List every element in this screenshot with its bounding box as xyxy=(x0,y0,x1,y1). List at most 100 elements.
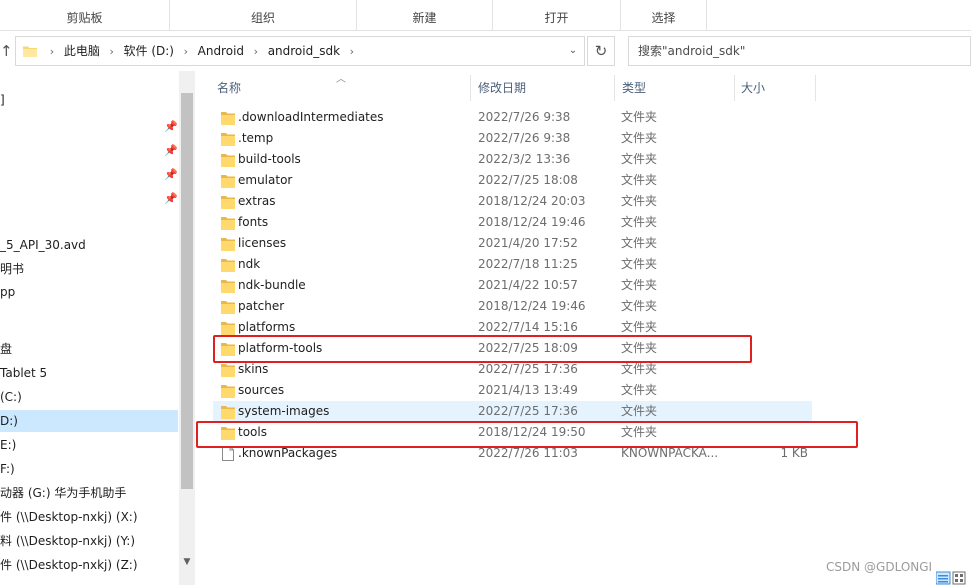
address-bar[interactable]: › 此电脑 › 软件 (D:) › Android › android_sdk … xyxy=(15,36,585,66)
file-row[interactable]: platforms 2022/7/14 15:16 文件夹 xyxy=(213,317,812,338)
breadcrumb-this-pc[interactable]: 此电脑 xyxy=(64,37,100,65)
file-type: 文件夹 xyxy=(621,131,658,145)
scroll-down-icon[interactable]: ▼ xyxy=(179,555,195,569)
file-name: ndk-bundle xyxy=(238,278,306,292)
watermark: CSDN @GDLONGI xyxy=(826,560,933,574)
file-row[interactable]: patcher 2018/12/24 19:46 文件夹 xyxy=(213,296,812,317)
file-row[interactable]: sources 2021/4/13 13:49 文件夹 xyxy=(213,380,812,401)
ribbon-group-new: 新建 xyxy=(357,0,493,31)
file-size xyxy=(740,317,808,338)
nav-item[interactable]: 盘 xyxy=(0,338,12,360)
file-row[interactable]: emulator 2022/7/25 18:08 文件夹 xyxy=(213,170,812,191)
file-row[interactable]: .downloadIntermediates 2022/7/26 9:38 文件夹 xyxy=(213,107,812,128)
search-input[interactable]: 搜索"android_sdk" xyxy=(628,36,971,66)
chevron-right-icon[interactable]: › xyxy=(248,38,264,66)
nav-item-drive-c[interactable]: (C:) xyxy=(0,386,22,408)
file-row[interactable]: .knownPackages 2022/7/26 11:03 KNOWNPACKA.… xyxy=(213,443,812,464)
column-divider[interactable] xyxy=(815,75,816,101)
folder-icon xyxy=(221,133,235,146)
nav-scrollbar[interactable]: ▼ xyxy=(179,71,195,585)
column-divider[interactable] xyxy=(470,75,471,101)
nav-item-drive-d[interactable]: D:) xyxy=(0,410,178,432)
nav-item[interactable]: ] xyxy=(0,89,5,111)
pin-icon: 📌 xyxy=(164,144,178,157)
view-mode-icons[interactable] xyxy=(936,566,966,585)
folder-icon xyxy=(221,343,235,356)
file-row[interactable]: fonts 2018/12/24 19:46 文件夹 xyxy=(213,212,812,233)
file-row[interactable]: system-images 2022/7/25 17:36 文件夹 xyxy=(213,401,812,422)
file-row[interactable]: ndk 2022/7/18 11:25 文件夹 xyxy=(213,254,812,275)
file-name: patcher xyxy=(238,299,285,313)
file-name: skins xyxy=(238,362,269,376)
folder-icon xyxy=(23,46,37,57)
refresh-icon: ↻ xyxy=(594,42,608,60)
file-date: 2022/7/26 9:38 xyxy=(478,131,571,145)
folder-icon xyxy=(221,154,235,167)
file-icon xyxy=(222,446,234,461)
file-row[interactable]: build-tools 2022/3/2 13:36 文件夹 xyxy=(213,149,812,170)
file-row[interactable]: extras 2018/12/24 20:03 文件夹 xyxy=(213,191,812,212)
file-row[interactable]: platform-tools 2022/7/25 18:09 文件夹 xyxy=(213,338,812,359)
folder-icon xyxy=(221,280,235,293)
up-arrow-icon[interactable]: ↑ xyxy=(0,42,13,60)
file-type: 文件夹 xyxy=(621,425,658,439)
file-date: 2018/12/24 19:46 xyxy=(478,215,586,229)
nav-item-drive-z[interactable]: 件 (\\Desktop-nxkj) (Z:) xyxy=(0,554,138,576)
file-type: 文件夹 xyxy=(621,215,658,229)
file-date: 2021/4/22 10:57 xyxy=(478,278,578,292)
ribbon-group-bar: 剪贴板 组织 新建 打开 选择 xyxy=(0,0,971,31)
chevron-right-icon[interactable]: › xyxy=(104,38,120,66)
navigation-pane: ] 📌 📌 📌 📌 _5_API_30.avd 明书 pp 盘 Tablet 5… xyxy=(0,71,195,585)
folder-icon xyxy=(221,217,235,230)
column-header-size[interactable]: 大小 xyxy=(741,75,765,101)
nav-item-drive-g[interactable]: 动器 (G:) 华为手机助手 xyxy=(0,482,126,504)
nav-item[interactable]: Tablet 5 xyxy=(0,362,47,384)
refresh-button[interactable]: ↻ xyxy=(587,36,615,66)
file-size xyxy=(740,338,808,359)
file-row[interactable]: ndk-bundle 2021/4/22 10:57 文件夹 xyxy=(213,275,812,296)
nav-item-drive-x[interactable]: 件 (\\Desktop-nxkj) (X:) xyxy=(0,506,138,528)
column-header-name[interactable]: 名称 xyxy=(217,75,241,101)
nav-item[interactable]: pp xyxy=(0,281,15,303)
file-row[interactable]: licenses 2021/4/20 17:52 文件夹 xyxy=(213,233,812,254)
folder-icon xyxy=(221,238,235,251)
column-divider[interactable] xyxy=(734,75,735,101)
file-type: KNOWNPACKA... xyxy=(621,446,719,460)
file-date: 2022/3/2 13:36 xyxy=(478,152,571,166)
nav-scrollbar-thumb[interactable] xyxy=(181,93,193,489)
file-size xyxy=(740,275,808,296)
nav-item-drive-y[interactable]: 料 (\\Desktop-nxkj) (Y:) xyxy=(0,530,135,552)
nav-item-drive-e[interactable]: E:) xyxy=(0,434,16,456)
pin-icon: 📌 xyxy=(164,120,178,133)
file-date: 2018/12/24 19:46 xyxy=(478,299,586,313)
folder-icon xyxy=(221,322,235,335)
folder-icon xyxy=(221,175,235,188)
column-header-date[interactable]: 修改日期 xyxy=(478,75,526,101)
file-name: extras xyxy=(238,194,276,208)
chevron-right-icon[interactable]: › xyxy=(44,38,60,66)
file-size xyxy=(740,359,808,380)
file-type: 文件夹 xyxy=(621,257,658,271)
breadcrumb-drive-d[interactable]: 软件 (D:) xyxy=(124,37,174,65)
breadcrumb-android[interactable]: Android xyxy=(198,37,244,65)
address-history-chevron-down-icon[interactable]: ⌄ xyxy=(562,37,584,65)
folder-icon xyxy=(221,112,235,125)
chevron-right-icon[interactable]: › xyxy=(178,38,194,66)
file-name: platform-tools xyxy=(238,341,323,355)
file-row[interactable]: .temp 2022/7/26 9:38 文件夹 xyxy=(213,128,812,149)
file-row[interactable]: tools 2018/12/24 19:50 文件夹 xyxy=(213,422,812,443)
file-name: ndk xyxy=(238,257,261,271)
nav-item[interactable]: _5_API_30.avd xyxy=(0,234,86,256)
nav-item-drive-f[interactable]: F:) xyxy=(0,458,15,480)
file-row[interactable]: skins 2022/7/25 17:36 文件夹 xyxy=(213,359,812,380)
breadcrumb-android-sdk[interactable]: android_sdk xyxy=(268,37,340,65)
file-size: 1 KB xyxy=(780,446,808,460)
sort-ascending-icon: ︿ xyxy=(336,74,346,85)
ribbon-group-open: 打开 xyxy=(493,0,621,31)
file-size xyxy=(740,401,808,422)
nav-item[interactable]: 明书 xyxy=(0,258,24,280)
chevron-right-icon[interactable]: › xyxy=(344,38,360,66)
column-divider[interactable] xyxy=(614,75,615,101)
column-header-type[interactable]: 类型 xyxy=(622,75,646,101)
ribbon-group-organize: 组织 xyxy=(170,0,357,31)
